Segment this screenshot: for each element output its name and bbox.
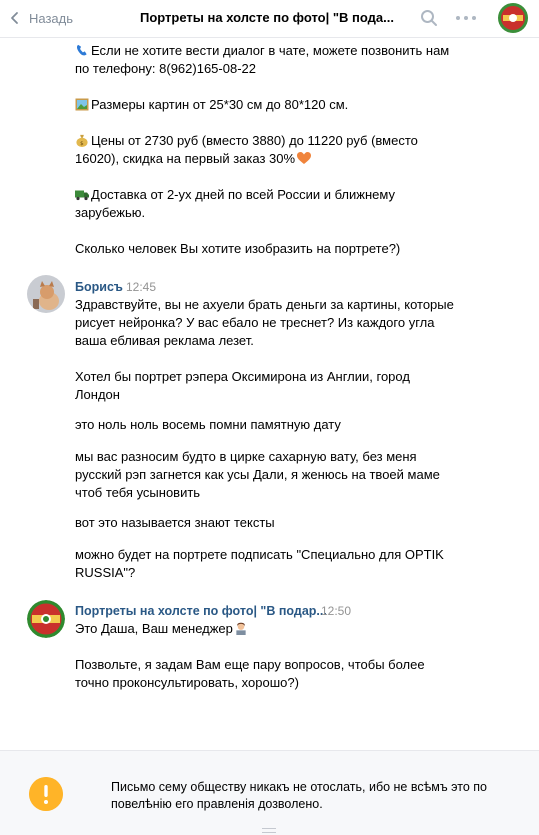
money-bag-emoji: $ [76, 134, 88, 147]
avatar[interactable] [27, 275, 65, 313]
manager-emoji [236, 622, 246, 635]
message-text: Позвольте, я задам Вам еще пару вопросов… [75, 657, 425, 690]
blocked-message: Письмо сему обществу никакъ не отослать,… [111, 780, 487, 811]
message-text: Размеры картин от 25*30 см до 80*120 см. [75, 96, 348, 114]
delivery-truck-emoji [75, 190, 89, 201]
more-icon[interactable] [456, 9, 476, 27]
page-title[interactable]: Портреты на холсте по фото| "В пода... [140, 10, 394, 25]
author-name[interactable]: Портреты на холсте по фото| "В подар... [75, 604, 327, 618]
message-text: Доставка от 2-ух дней по всей России и б… [75, 187, 395, 220]
message-time[interactable]: 12:45 [126, 280, 156, 294]
message-text: $ Цены от 2730 руб (вместо 3880) до 1122… [75, 133, 418, 166]
framed-picture-emoji [75, 98, 89, 111]
message-text: вот это называется знают тексты [75, 515, 275, 530]
blocked-notice: Письмо сему обществу никакъ не отослать,… [0, 750, 539, 835]
chevron-left-icon [11, 12, 18, 24]
message-text: Если не хотите вести диалог в чате, може… [75, 43, 450, 76]
back-button[interactable]: Назадь [8, 0, 73, 36]
back-label: Назадь [29, 10, 74, 26]
search-icon[interactable] [420, 9, 438, 27]
chat-header: Назадь Портреты на холсте по фото| "В по… [0, 0, 539, 38]
orange-heart-emoji [297, 152, 312, 164]
message-text: можно будет на портрете подписать "Специ… [75, 547, 444, 580]
message-text: Хотел бы портрет рэпера Оксимирона из Ан… [75, 369, 410, 402]
avatar[interactable] [27, 600, 65, 638]
message-text: Здравствуйте, вы не ахуели брать деньги … [75, 297, 454, 348]
message-text: это ноль ноль восемь помни памятную дату [75, 417, 341, 432]
message-text: Это Даша, Ваш менеджер [75, 620, 250, 638]
exclamation-icon [29, 777, 63, 811]
phone-emoji [76, 44, 87, 56]
message-time[interactable]: 12:50 [321, 604, 351, 618]
message-text: мы вас разносим будто в цирке сахарную в… [75, 449, 440, 500]
resize-handle[interactable] [262, 828, 276, 833]
community-avatar[interactable] [498, 3, 528, 33]
svg-text:$: $ [80, 141, 84, 147]
message-text: Сколько человек Вы хотите изобразить на … [75, 241, 401, 256]
author-name[interactable]: Борисъ [75, 280, 123, 294]
